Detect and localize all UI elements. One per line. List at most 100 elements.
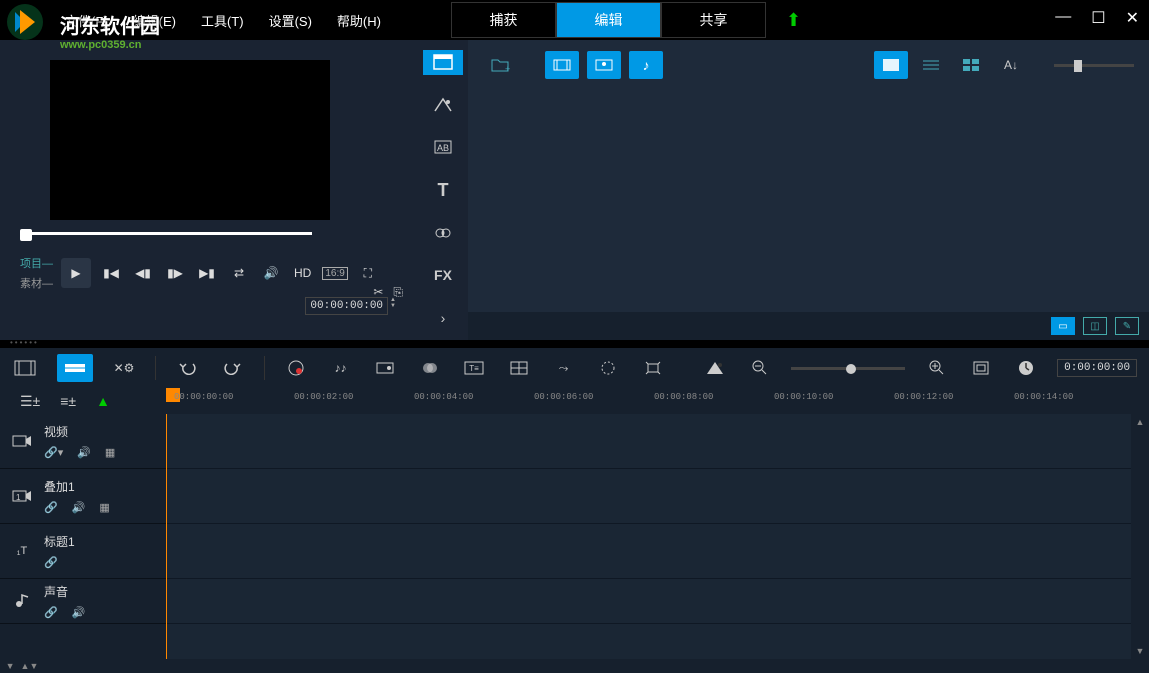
marker-button[interactable]: ▲ — [96, 393, 110, 409]
overlay-track-lane[interactable] — [166, 469, 1131, 524]
thumbnail-size-slider[interactable] — [1054, 64, 1134, 67]
timeline-ruler[interactable]: 00:00:00:00 00:00:02:00 00:00:04:00 00:0… — [166, 388, 1149, 414]
video-track-lane[interactable] — [166, 414, 1131, 469]
next-frame-button[interactable]: ▮▶ — [163, 261, 187, 285]
hd-label[interactable]: HD — [291, 264, 314, 282]
clip-label[interactable]: 素材— — [20, 275, 53, 291]
panel-resize-handle[interactable]: •••••• — [0, 340, 1149, 348]
link-icon[interactable]: 🔗▾ — [44, 446, 63, 459]
link-icon[interactable]: 🔗 — [44, 606, 58, 619]
graphics-tab[interactable] — [423, 220, 463, 245]
track-height-button[interactable]: ≡± — [60, 393, 76, 409]
filter-photo-button[interactable] — [587, 51, 621, 79]
redo-button[interactable] — [219, 354, 246, 382]
audio-mixer-button[interactable]: ♪♪ — [327, 354, 354, 382]
slider-handle[interactable] — [1074, 60, 1082, 72]
split-icon[interactable]: ⎘ — [393, 285, 403, 300]
sort-button[interactable]: A↓ — [994, 51, 1028, 79]
title-tab[interactable]: AB — [423, 135, 463, 160]
scroll-left-button[interactable]: ▲▼ — [21, 661, 39, 671]
undo-button[interactable] — [174, 354, 201, 382]
link-icon[interactable]: 🔗 — [44, 556, 58, 569]
view-details-button[interactable] — [914, 51, 948, 79]
menu-help[interactable]: 帮助(H) — [337, 11, 381, 30]
link-icon[interactable]: 🔗 — [44, 501, 58, 514]
mask-button[interactable] — [416, 354, 443, 382]
fullscreen-button[interactable]: ⛶ — [356, 261, 380, 285]
audio-track-lane[interactable] — [166, 579, 1131, 624]
view-list-button[interactable] — [874, 51, 908, 79]
timeline-tracks[interactable] — [166, 414, 1131, 659]
mute-icon[interactable]: 🔊 — [72, 606, 86, 619]
scroll-track[interactable] — [1131, 430, 1149, 643]
zoom-out-button[interactable] — [747, 354, 774, 382]
audio-track-header[interactable]: 声音 🔗 🔊 — [0, 579, 166, 624]
title-track-lane[interactable] — [166, 524, 1131, 579]
pan-zoom-button[interactable] — [639, 354, 666, 382]
text-tab[interactable]: T — [423, 178, 463, 203]
video-track-header[interactable]: 视频 🔗▾ 🔊 ▦ — [0, 414, 166, 469]
view-grid-button[interactable] — [954, 51, 988, 79]
project-label[interactable]: 项目— — [20, 255, 53, 271]
record-button[interactable] — [283, 354, 310, 382]
zoom-handle[interactable] — [846, 364, 856, 374]
scrub-handle[interactable] — [20, 229, 32, 241]
add-folder-button[interactable]: + — [483, 51, 517, 79]
zoom-in-button[interactable] — [923, 354, 950, 382]
expand-sidebar-button[interactable]: › — [423, 305, 463, 330]
loop-button[interactable]: ⇄ — [227, 261, 251, 285]
visibility-icon[interactable]: ▦ — [99, 501, 109, 514]
filter-audio-button[interactable]: ♪ — [629, 51, 663, 79]
mute-icon[interactable]: 🔊 — [77, 446, 91, 459]
options-panel-button[interactable]: ▭ — [1051, 317, 1075, 335]
edit-panel-button[interactable]: ✎ — [1115, 317, 1139, 335]
preview-viewport[interactable] — [50, 60, 330, 220]
prev-frame-button[interactable]: ◀▮ — [131, 261, 155, 285]
preview-scrubber[interactable] — [20, 232, 398, 235]
tab-edit[interactable]: 编辑 — [556, 2, 661, 38]
volume-button[interactable]: 🔊 — [259, 261, 283, 285]
scroll-down-button[interactable]: ▼ — [1131, 643, 1149, 659]
3d-button[interactable] — [702, 354, 729, 382]
fit-button[interactable] — [968, 354, 995, 382]
duration-button[interactable] — [1012, 354, 1039, 382]
media-tab[interactable] — [423, 50, 463, 75]
upload-icon[interactable]: ⬆ — [786, 10, 801, 31]
title-track-header[interactable]: ₁T 标题1 🔗 — [0, 524, 166, 579]
menu-settings[interactable]: 设置(S) — [269, 11, 312, 30]
play-button[interactable]: ▶ — [61, 258, 91, 288]
visibility-icon[interactable]: ▦ — [105, 446, 115, 459]
auto-music-button[interactable] — [372, 354, 399, 382]
motion-button[interactable]: ⤳ — [550, 354, 577, 382]
tracking-button[interactable] — [595, 354, 622, 382]
tab-share[interactable]: 共享 — [661, 2, 766, 38]
scrub-track[interactable] — [32, 232, 312, 235]
timeline-timecode[interactable]: 0:00:00:00 — [1057, 359, 1137, 377]
add-track-button[interactable]: ▼ — [6, 661, 15, 671]
filter-video-button[interactable] — [545, 51, 579, 79]
tab-capture[interactable]: 捕获 — [451, 2, 556, 38]
horizontal-scrollbar[interactable]: ▼ ▲▼ — [0, 659, 1149, 673]
minimize-button[interactable]: — — [1055, 8, 1071, 28]
aspect-label[interactable]: 16:9 — [322, 267, 347, 280]
timeline-view-button[interactable] — [57, 354, 93, 382]
mute-icon[interactable]: 🔊 — [72, 501, 86, 514]
zoom-slider[interactable] — [791, 367, 905, 370]
split-view-button[interactable]: ◫ — [1083, 317, 1107, 335]
go-end-button[interactable]: ▶▮ — [195, 261, 219, 285]
menu-tools[interactable]: 工具(T) — [201, 11, 244, 30]
track-options-button[interactable]: ☰± — [20, 393, 40, 410]
scroll-up-button[interactable]: ▲ — [1131, 414, 1149, 430]
library-content[interactable] — [468, 90, 1149, 312]
fx-tab[interactable]: FX — [423, 263, 463, 288]
transitions-tab[interactable] — [423, 93, 463, 118]
tools-button[interactable]: ✕⚙ — [111, 354, 138, 382]
vertical-scrollbar[interactable]: ▲ ▼ — [1131, 414, 1149, 659]
storyboard-view-button[interactable] — [12, 354, 39, 382]
playhead-line[interactable] — [166, 414, 167, 659]
multicam-button[interactable] — [506, 354, 533, 382]
close-button[interactable]: ✕ — [1126, 8, 1139, 28]
overlay-track-header[interactable]: 1 叠加1 🔗 🔊 ▦ — [0, 469, 166, 524]
maximize-button[interactable]: ☐ — [1091, 8, 1105, 28]
cut-icon[interactable]: ✂ — [373, 285, 383, 300]
